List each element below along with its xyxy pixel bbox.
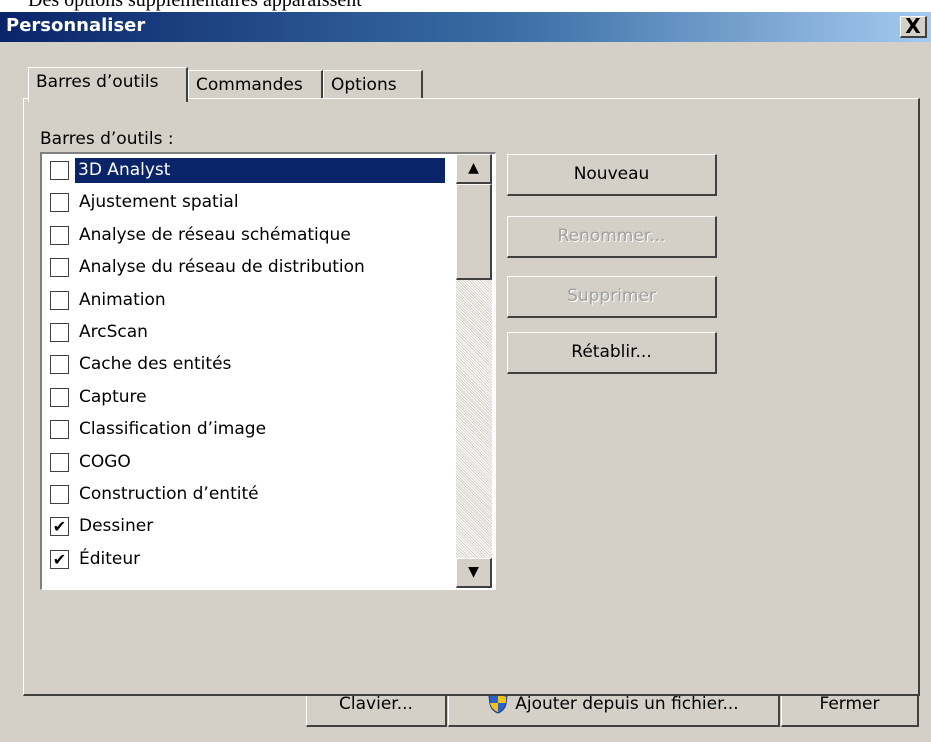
tab-toolbars[interactable]: Barres d’outils bbox=[28, 67, 188, 102]
toolbar-label: Analyse du réseau de distribution bbox=[79, 257, 365, 278]
toolbar-checkbox[interactable]: ✔ bbox=[50, 549, 69, 569]
toolbar-label: 3D Analyst bbox=[75, 158, 445, 183]
partial-text-strip: Des options supplémentaires apparaissent bbox=[0, 0, 931, 12]
delete-button[interactable]: Supprimer bbox=[507, 276, 717, 318]
scroll-down-arrow-icon[interactable]: ▼ bbox=[456, 558, 492, 588]
scroll-up-arrow-icon[interactable]: ▲ bbox=[456, 154, 492, 184]
toolbar-label: Éditeur bbox=[79, 548, 141, 569]
toolbar-label: Analyse de réseau schématique bbox=[79, 224, 351, 245]
checkmark-icon: ✔ bbox=[52, 517, 67, 537]
toolbar-checkbox[interactable] bbox=[50, 485, 69, 504]
toolbars-list[interactable]: 3D Analyst Ajustement spatial Analyse de r… bbox=[40, 152, 496, 590]
rename-button[interactable]: Renommer... bbox=[507, 216, 717, 258]
toolbar-list-item[interactable]: 3D Analyst bbox=[50, 157, 460, 187]
checkmark-icon: ✔ bbox=[52, 549, 67, 569]
toolbar-checkbox[interactable] bbox=[50, 290, 69, 310]
toolbar-checkbox[interactable] bbox=[50, 161, 69, 180]
dialog-title: Personnaliser bbox=[6, 15, 146, 36]
toolbar-checkbox[interactable] bbox=[50, 452, 69, 472]
toolbar-label: Ajustement spatial bbox=[79, 192, 239, 213]
toolbar-label: Cache des entités bbox=[79, 354, 232, 375]
toolbar-label: Capture bbox=[79, 386, 147, 407]
toolbar-label: ArcScan bbox=[79, 322, 148, 342]
close-icon[interactable]: X bbox=[900, 16, 927, 38]
toolbar-label: COGO bbox=[79, 451, 131, 472]
new-button[interactable]: Nouveau bbox=[507, 154, 717, 196]
toolbar-checkbox[interactable] bbox=[50, 193, 69, 213]
toolbar-list-item[interactable]: Animation bbox=[50, 287, 460, 317]
toolbar-label: Classification d’image bbox=[79, 419, 267, 440]
toolbar-checkbox[interactable] bbox=[50, 323, 69, 342]
tab-toolbars-label: Barres d’outils bbox=[36, 72, 159, 92]
toolbar-list-item[interactable]: ✔ Éditeur bbox=[50, 546, 460, 576]
toolbar-list-item[interactable]: Capture bbox=[50, 384, 460, 414]
toolbars-list-label: Barres d’outils : bbox=[40, 129, 174, 149]
toolbar-list-item[interactable]: ✔ Dessiner bbox=[50, 513, 460, 543]
toolbar-checkbox[interactable] bbox=[50, 258, 69, 278]
toolbar-list-item[interactable]: Ajustement spatial bbox=[50, 189, 460, 219]
toolbar-checkbox[interactable] bbox=[50, 355, 69, 375]
toolbar-list-item[interactable]: Classification d’image bbox=[50, 416, 460, 446]
reset-button[interactable]: Rétablir... bbox=[507, 332, 717, 374]
toolbar-list-item[interactable]: Construction d’entité bbox=[50, 481, 460, 511]
toolbar-checkbox[interactable] bbox=[50, 420, 69, 440]
toolbar-checkbox[interactable] bbox=[50, 387, 69, 407]
add-from-file-label: Ajouter depuis un fichier... bbox=[515, 694, 739, 714]
toolbar-label: Dessiner bbox=[79, 516, 154, 537]
tab-commands-label: Commandes bbox=[196, 75, 303, 95]
toolbar-checkbox[interactable] bbox=[50, 225, 69, 245]
title-bar[interactable]: Personnaliser X bbox=[0, 12, 931, 42]
toolbar-list-item[interactable]: Cache des entités bbox=[50, 351, 460, 381]
toolbar-label: Animation bbox=[79, 289, 166, 310]
customize-dialog: Personnaliser X Barres d’outils Commande… bbox=[0, 12, 931, 742]
toolbar-label: Construction d’entité bbox=[79, 484, 259, 504]
toolbar-list-item[interactable]: Analyse de réseau schématique bbox=[50, 222, 460, 252]
toolbar-checkbox[interactable]: ✔ bbox=[50, 517, 69, 537]
tab-options-label: Options bbox=[331, 75, 397, 95]
toolbar-list-item[interactable]: ArcScan bbox=[50, 319, 460, 349]
toolbar-list-item[interactable]: Analyse du réseau de distribution bbox=[50, 254, 460, 284]
scrollbar-thumb[interactable] bbox=[456, 184, 492, 280]
toolbar-list-item[interactable]: COGO bbox=[50, 449, 460, 479]
partial-text: Des options supplémentaires apparaissent bbox=[28, 0, 362, 11]
